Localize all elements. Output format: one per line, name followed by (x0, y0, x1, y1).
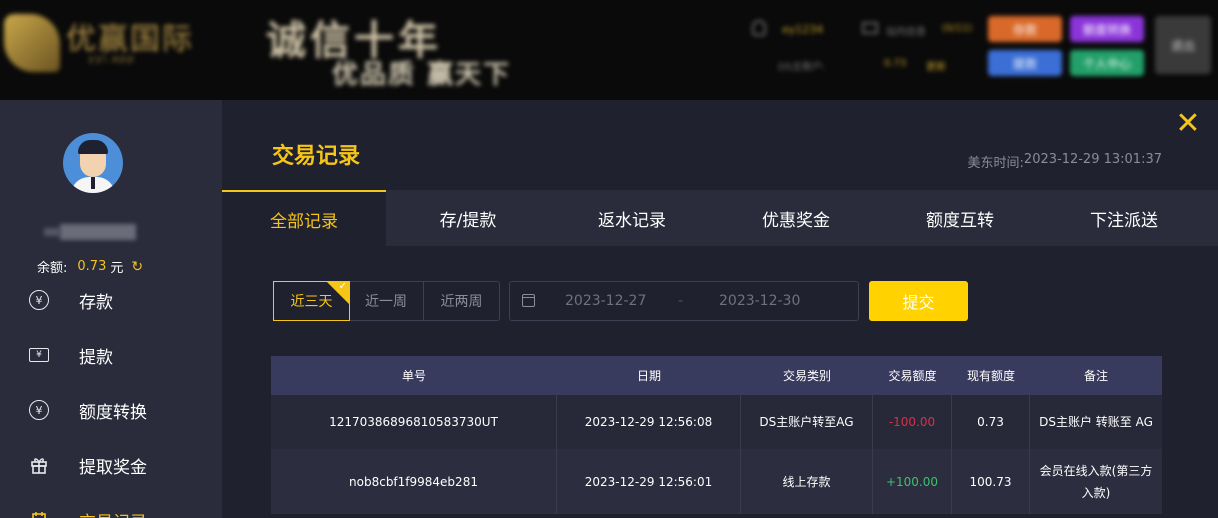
header-transfer-button[interactable]: 提款 (988, 50, 1062, 76)
col-header-type: 交易类别 (782, 369, 831, 383)
username-blurred (60, 224, 136, 240)
close-icon[interactable]: ✕ (1174, 109, 1202, 139)
slogan-line-2: 优品质 赢天下 (332, 60, 512, 90)
date-range-picker[interactable]: 2023-12-27 - 2023-12-30 (509, 281, 859, 321)
header-account-balance: 0.73 (884, 58, 907, 69)
cell-type: 线上存款 (741, 449, 873, 514)
time-label: 美东时间: (967, 156, 1024, 171)
col-header-balance: 现有额度 (966, 369, 1015, 383)
sidebar-item-label: 存款 (79, 292, 113, 313)
header-logout-button[interactable]: 退出 (1155, 16, 1211, 74)
record-tabs: 全部记录 存/提款 返水记录 优惠奖金 额度互转 下注派送 (222, 190, 1218, 246)
table-header: 单号 日期 交易类别 交易额度 现有额度 备注 (271, 356, 1162, 395)
table-row: nob8cbf1f9984eb281 2023-12-29 12:56:01 线… (271, 449, 1162, 514)
calendar-icon (522, 294, 535, 307)
cell-order-no: 12170386896810583730UT (271, 395, 557, 449)
records-panel: ✕ 交易记录 美东时间: 2023-12-29 13:01:37 全部记录 存/… (222, 100, 1218, 518)
balance-unit: 元 (110, 261, 124, 276)
exchange-icon: ¥ (29, 400, 49, 420)
tab-all-records[interactable]: 全部记录 (222, 190, 386, 246)
brand-logo-icon (4, 14, 60, 72)
transaction-modal: 余额: 0.73 元 ↻ ¥ 存款 ¥ 提款 ¥ 额度转换 提取奖金 交易 (0, 100, 1218, 518)
server-time: 美东时间: 2023-12-29 13:01:37 (968, 152, 1162, 171)
header-withdraw-button[interactable]: 额度转换 (1070, 16, 1144, 42)
sidebar-item-label: 额度转换 (79, 402, 147, 423)
time-value: 2023-12-29 13:01:37 (1023, 152, 1162, 167)
tab-bet-rewards[interactable]: 下注派送 (1042, 190, 1206, 246)
sidebar-item-label: 提款 (79, 347, 113, 368)
range-2-weeks-button[interactable]: 近两周 (424, 282, 499, 320)
username-blur-prefix (44, 228, 60, 236)
cell-amount: +100.00 (873, 449, 952, 514)
table-row: 12170386896810583730UT 2023-12-29 12:56:… (271, 395, 1162, 449)
avatar (63, 133, 123, 193)
range-3-days-button[interactable]: 近三天 ✓ (273, 281, 350, 321)
page-title: 交易记录 (272, 144, 361, 169)
submit-button[interactable]: 提交 (869, 281, 968, 321)
header-deposit-button[interactable]: 存款 (988, 16, 1062, 42)
header-account-label: DS主账户: (778, 62, 826, 73)
balance-label: 余额: (37, 261, 68, 276)
tab-transfer[interactable]: 额度互转 (878, 190, 1042, 246)
site-header: 优赢国际 yyl.app 诚信十年 优品质 赢天下 ey1234 站内信息 (0… (0, 0, 1218, 100)
sidebar-item-records[interactable]: 交易记录 (0, 500, 222, 518)
check-icon: ✓ (338, 281, 347, 292)
account-sidebar: 余额: 0.73 元 ↻ ¥ 存款 ¥ 提款 ¥ 额度转换 提取奖金 交易 (0, 100, 222, 518)
date-start-input[interactable]: 2023-12-27 (565, 293, 646, 309)
sidebar-item-withdraw[interactable]: ¥ 提款 (0, 335, 222, 375)
cell-order-no: nob8cbf1f9984eb281 (271, 449, 557, 514)
range-1-week-button[interactable]: 近一周 (349, 282, 424, 320)
date-separator: - (678, 293, 684, 309)
sidebar-item-transfer[interactable]: ¥ 额度转换 (0, 390, 222, 430)
cell-balance: 0.73 (952, 395, 1030, 449)
cell-date: 2023-12-29 12:56:01 (557, 449, 741, 514)
date-end-input[interactable]: 2023-12-30 (719, 293, 800, 309)
col-header-order-no: 单号 (401, 369, 426, 383)
cell-date: 2023-12-29 12:56:08 (557, 395, 741, 449)
cell-balance: 100.73 (952, 449, 1030, 514)
header-mail-count: (0/11) (942, 23, 973, 34)
cell-note: 会员在线入款(第三方入款) (1039, 463, 1153, 500)
header-username[interactable]: ey1234 (782, 23, 823, 36)
col-header-amount: 交易额度 (888, 369, 937, 383)
balance-value: 0.73 (77, 259, 107, 274)
header-user-center-button[interactable]: 个人中心 (1070, 50, 1144, 76)
header-refresh-link[interactable]: 更新 (926, 58, 946, 73)
mail-icon[interactable] (862, 22, 878, 34)
quick-range-group: 近三天 ✓ 近一周 近两周 (273, 281, 500, 321)
record-icon (29, 510, 49, 518)
cell-type: DS主账户转至AG (741, 395, 873, 449)
gift-icon (29, 455, 49, 475)
sidebar-item-label: 提取奖金 (79, 457, 147, 478)
tab-rebate[interactable]: 返水记录 (550, 190, 714, 246)
brand-url: yyl.app (88, 52, 136, 65)
transactions-table: 单号 日期 交易类别 交易额度 现有额度 备注 1217038689681058… (271, 356, 1162, 514)
sidebar-item-deposit[interactable]: ¥ 存款 (0, 280, 222, 320)
ticket-icon: ¥ (29, 348, 49, 362)
balance-row: 余额: 0.73 元 ↻ (37, 257, 143, 277)
refresh-icon[interactable]: ↻ (131, 259, 143, 275)
col-header-note: 备注 (1083, 369, 1108, 383)
tab-promo-bonus[interactable]: 优惠奖金 (714, 190, 878, 246)
sidebar-item-bonus[interactable]: 提取奖金 (0, 445, 222, 485)
tab-deposit-withdraw[interactable]: 存/提款 (386, 190, 550, 246)
cell-amount: -100.00 (873, 395, 952, 449)
user-icon (752, 20, 766, 36)
header-mail-label[interactable]: 站内信息 (886, 23, 926, 38)
col-header-date: 日期 (636, 369, 661, 383)
cell-note: DS主账户 转账至 AG (1039, 415, 1153, 429)
yen-circle-icon: ¥ (29, 290, 49, 310)
sidebar-item-label: 交易记录 (79, 508, 147, 518)
